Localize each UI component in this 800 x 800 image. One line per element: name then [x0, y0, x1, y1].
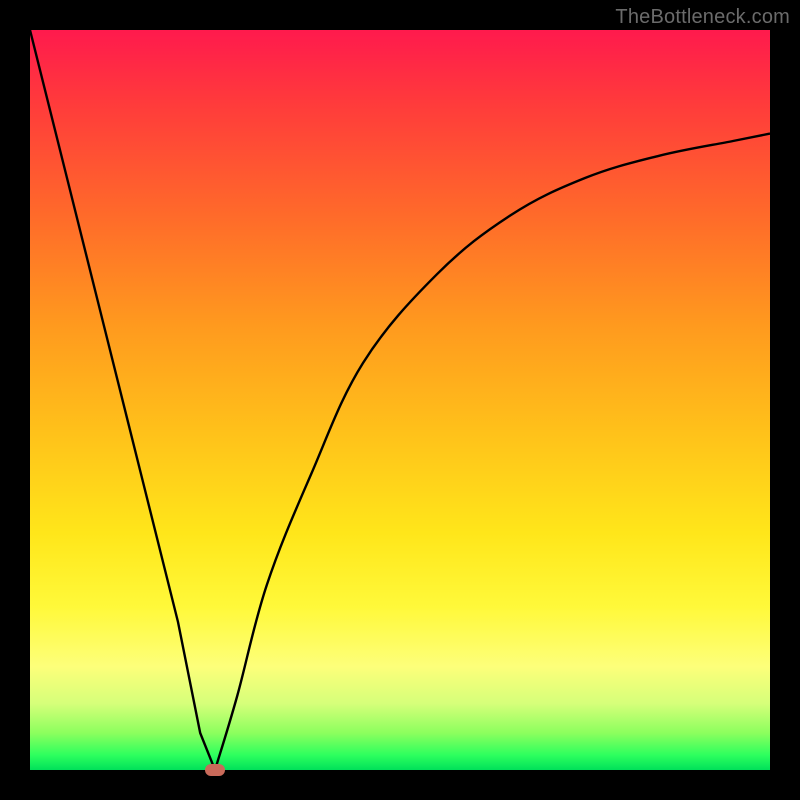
plot-area — [30, 30, 770, 770]
curve-left-branch — [30, 30, 215, 770]
chart-frame: TheBottleneck.com — [0, 0, 800, 800]
watermark-text: TheBottleneck.com — [615, 6, 790, 29]
curve-right-branch — [215, 134, 770, 770]
optimum-marker — [205, 764, 225, 776]
curve-layer — [30, 30, 770, 770]
